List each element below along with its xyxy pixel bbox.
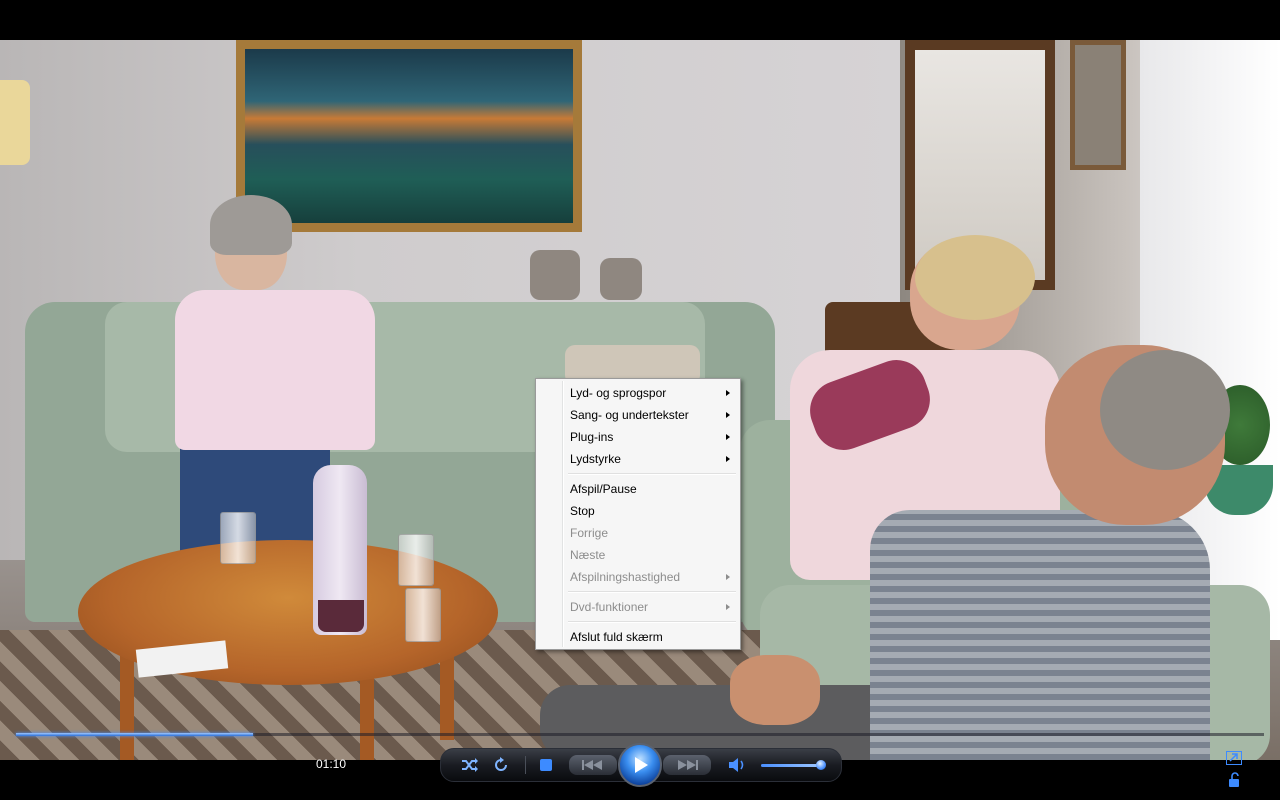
video-glass bbox=[220, 512, 256, 564]
elapsed-time: 01:10 bbox=[316, 757, 347, 771]
menu-item-plug-ins[interactable]: Plug-ins bbox=[538, 426, 738, 448]
menu-item-label: Lydstyrke bbox=[570, 452, 621, 466]
submenu-arrow-icon bbox=[726, 412, 730, 418]
menu-item-label: Forrige bbox=[570, 526, 609, 540]
stop-button[interactable] bbox=[539, 758, 553, 772]
play-button[interactable] bbox=[618, 743, 662, 787]
menu-item-label: Afslut fuld skærm bbox=[570, 630, 663, 644]
submenu-arrow-icon bbox=[726, 456, 730, 462]
video-glass bbox=[398, 534, 434, 586]
menu-separator bbox=[568, 473, 736, 475]
menu-item-næste: Næste bbox=[538, 544, 738, 566]
shuffle-icon[interactable] bbox=[461, 757, 479, 773]
next-button[interactable] bbox=[663, 755, 711, 775]
video-cat-figurines bbox=[530, 250, 650, 305]
video-lamp bbox=[0, 80, 30, 165]
volume-slider[interactable] bbox=[761, 760, 827, 770]
seek-bar[interactable] bbox=[16, 733, 1264, 736]
video-person-body bbox=[870, 510, 1210, 760]
video-person-hair bbox=[210, 195, 292, 255]
video-person-body bbox=[175, 290, 375, 450]
menu-item-afspilningshastighed: Afspilningshastighed bbox=[538, 566, 738, 588]
video-cat bbox=[600, 258, 642, 300]
previous-button[interactable] bbox=[569, 755, 617, 775]
lock-icon[interactable] bbox=[1228, 772, 1242, 788]
previous-icon bbox=[582, 760, 602, 770]
video-person-hair bbox=[915, 235, 1035, 320]
video-cat bbox=[530, 250, 580, 300]
next-icon bbox=[678, 760, 698, 770]
video-person-hair bbox=[1100, 350, 1230, 470]
menu-item-lydstyrke[interactable]: Lydstyrke bbox=[538, 448, 738, 470]
video-bottle-contents bbox=[318, 600, 364, 632]
speaker-icon[interactable] bbox=[727, 757, 747, 773]
submenu-arrow-icon bbox=[726, 390, 730, 396]
menu-item-label: Afspil/Pause bbox=[570, 482, 637, 496]
menu-item-label: Næste bbox=[570, 548, 606, 562]
context-menu: Lyd- og sprogspor Sang- og undertekster Pl… bbox=[535, 378, 741, 650]
menu-item-label: Stop bbox=[570, 504, 595, 518]
menu-separator bbox=[568, 621, 736, 623]
menu-item-label: Lyd- og sprogspor bbox=[570, 386, 667, 400]
menu-item-afspil-pause[interactable]: Afspil/Pause bbox=[538, 478, 738, 500]
volume-slider-thumb[interactable] bbox=[816, 760, 827, 770]
menu-item-afslut-fuld-skærm[interactable]: Afslut fuld skærm bbox=[538, 626, 738, 648]
submenu-arrow-icon bbox=[726, 574, 730, 580]
submenu-arrow-icon bbox=[726, 604, 730, 610]
video-person-hand bbox=[730, 655, 820, 725]
menu-item-forrige: Forrige bbox=[538, 522, 738, 544]
stop-icon bbox=[540, 759, 552, 771]
seek-bar-progress bbox=[16, 733, 254, 736]
menu-item-label: Sang- og undertekster bbox=[570, 408, 689, 422]
menu-item-stop[interactable]: Stop bbox=[538, 500, 738, 522]
submenu-arrow-icon bbox=[726, 434, 730, 440]
menu-item-label: Afspilningshastighed bbox=[570, 570, 681, 584]
menu-item-label: Dvd-funktioner bbox=[570, 600, 649, 614]
menu-separator bbox=[568, 591, 736, 593]
volume-slider-fill bbox=[761, 764, 822, 767]
exit-fullscreen-icon[interactable] bbox=[1226, 751, 1242, 765]
menu-item-lyd-og-sprogspor[interactable]: Lyd- og sprogspor bbox=[538, 382, 738, 404]
video-glass bbox=[405, 588, 441, 642]
repeat-icon[interactable] bbox=[493, 757, 509, 773]
play-icon bbox=[635, 757, 648, 773]
controls-divider bbox=[525, 756, 526, 774]
menu-item-label: Plug-ins bbox=[570, 430, 614, 444]
menu-item-dvd-funktioner: Dvd-funktioner bbox=[538, 596, 738, 618]
video-small-frame bbox=[1070, 40, 1126, 170]
menu-item-sang-og-undertekster[interactable]: Sang- og undertekster bbox=[538, 404, 738, 426]
